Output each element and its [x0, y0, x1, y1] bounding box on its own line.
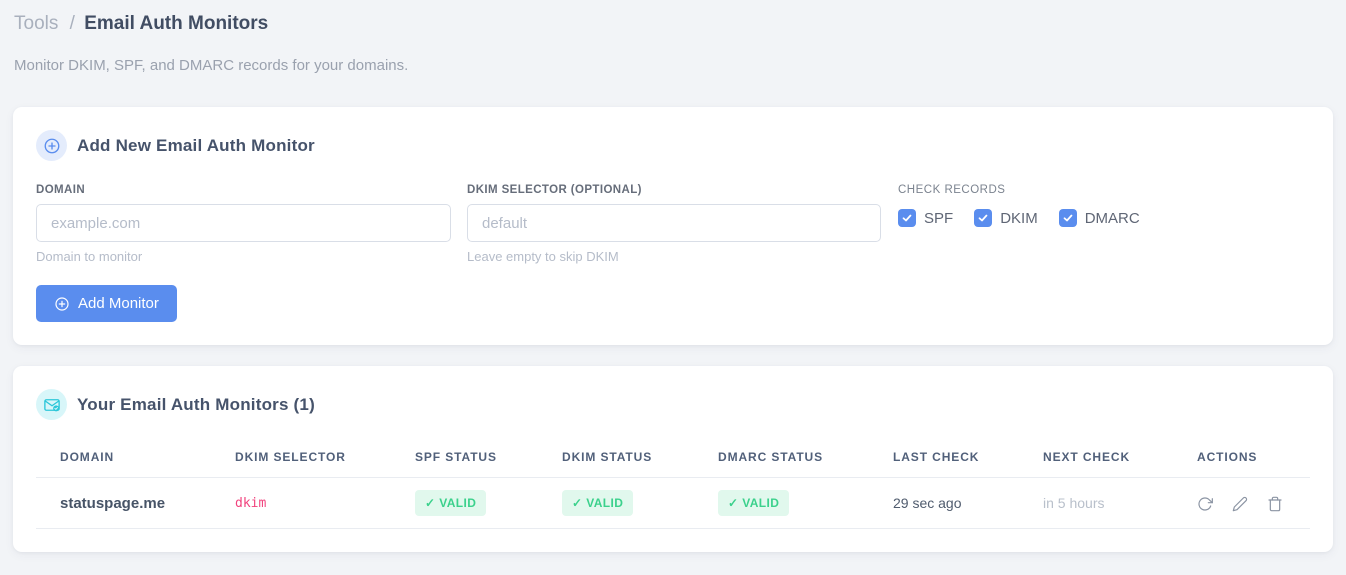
dkim-selector-field-group: DKIM SELECTOR (OPTIONAL) Leave empty to … [467, 184, 881, 264]
delete-button[interactable] [1267, 496, 1283, 512]
dmarc-status-badge: ✓ VALID [718, 490, 790, 516]
dkim-selector-helper-text: Leave empty to skip DKIM [467, 249, 619, 264]
edit-button[interactable] [1232, 496, 1248, 512]
dkim-selector-label: DKIM SELECTOR (OPTIONAL) [467, 184, 642, 196]
add-monitor-card-title: Add New Email Auth Monitor [77, 135, 315, 155]
check-records-label: CHECK RECORDS [898, 184, 1006, 196]
column-header-domain: DOMAIN [36, 442, 235, 478]
dmarc-checkbox-check-icon [1058, 209, 1077, 227]
column-header-actions: ACTIONS [1197, 442, 1310, 478]
add-monitor-form: DOMAIN Domain to monitor DKIM SELECTOR (… [36, 184, 1310, 264]
column-header-dkim-status: DKIM STATUS [562, 442, 718, 478]
check-records-group: CHECK RECORDS SPF DKIM DMARC [898, 184, 1161, 227]
dkim-checkbox[interactable]: DKIM [974, 209, 1038, 227]
domain-helper-text: Domain to monitor [36, 249, 143, 264]
trash-icon [1268, 496, 1282, 511]
column-header-dkim-selector: DKIM SELECTOR [235, 442, 415, 478]
spf-checkbox-check-icon [898, 209, 916, 227]
column-header-spf-status: SPF STATUS [415, 442, 562, 478]
spf-status-badge: ✓ VALID [415, 490, 487, 516]
monitor-domain: statuspage.me [36, 477, 235, 529]
plus-circle-icon [36, 130, 67, 161]
edit-pencil-icon [1232, 496, 1247, 511]
dkim-selector-input[interactable] [467, 204, 881, 242]
monitor-actions [1197, 477, 1310, 529]
breadcrumb: Tools / Email Auth Monitors [14, 13, 1333, 35]
plus-circle-icon [54, 296, 70, 312]
table-row: statuspage.me dkim ✓ VALID ✓ VALID ✓ VAL… [36, 477, 1310, 529]
column-header-dmarc-status: DMARC STATUS [718, 442, 893, 478]
monitor-last-check: 29 sec ago [893, 477, 1043, 529]
spf-checkbox[interactable]: SPF [898, 209, 953, 227]
breadcrumb-tools-link[interactable]: Tools [14, 13, 58, 34]
monitors-list-card: Your Email Auth Monitors (1) DOMAIN DKIM… [13, 366, 1333, 552]
monitors-card-title: Your Email Auth Monitors (1) [77, 394, 315, 414]
dkim-checkbox-check-icon [974, 209, 993, 227]
dmarc-checkbox[interactable]: DMARC [1058, 209, 1140, 227]
monitor-next-check: in 5 hours [1043, 477, 1197, 529]
mail-check-icon [36, 389, 67, 420]
refresh-icon [1198, 497, 1213, 511]
column-header-next-check: NEXT CHECK [1043, 442, 1197, 478]
domain-label: DOMAIN [36, 184, 86, 196]
table-header-row: DOMAIN DKIM SELECTOR SPF STATUS DKIM STA… [36, 442, 1310, 478]
monitor-dkim-selector: dkim [235, 477, 415, 529]
email-auth-monitors-page: Tools / Email Auth Monitors Monitor DKIM… [0, 0, 1346, 552]
check-records-options: SPF DKIM DMARC [898, 209, 1161, 227]
add-monitor-card: Add New Email Auth Monitor DOMAIN Domain… [13, 107, 1333, 345]
add-monitor-card-header: Add New Email Auth Monitor [36, 130, 1310, 161]
monitors-table: DOMAIN DKIM SELECTOR SPF STATUS DKIM STA… [36, 442, 1310, 529]
page-subtitle: Monitor DKIM, SPF, and DMARC records for… [14, 57, 409, 74]
refresh-button[interactable] [1197, 496, 1213, 512]
dkim-checkbox-label: DKIM [1000, 209, 1038, 227]
domain-field-group: DOMAIN Domain to monitor [36, 184, 451, 264]
add-monitor-button-label: Add Monitor [78, 295, 159, 312]
monitors-card-header: Your Email Auth Monitors (1) [36, 389, 1310, 420]
add-monitor-button[interactable]: Add Monitor [36, 285, 177, 322]
page-title: Email Auth Monitors [84, 13, 269, 34]
dmarc-checkbox-label: DMARC [1084, 209, 1140, 227]
breadcrumb-separator: / [69, 13, 75, 34]
domain-input[interactable] [36, 204, 451, 242]
column-header-last-check: LAST CHECK [893, 442, 1043, 478]
dkim-status-badge: ✓ VALID [562, 490, 634, 516]
spf-checkbox-label: SPF [924, 209, 954, 227]
